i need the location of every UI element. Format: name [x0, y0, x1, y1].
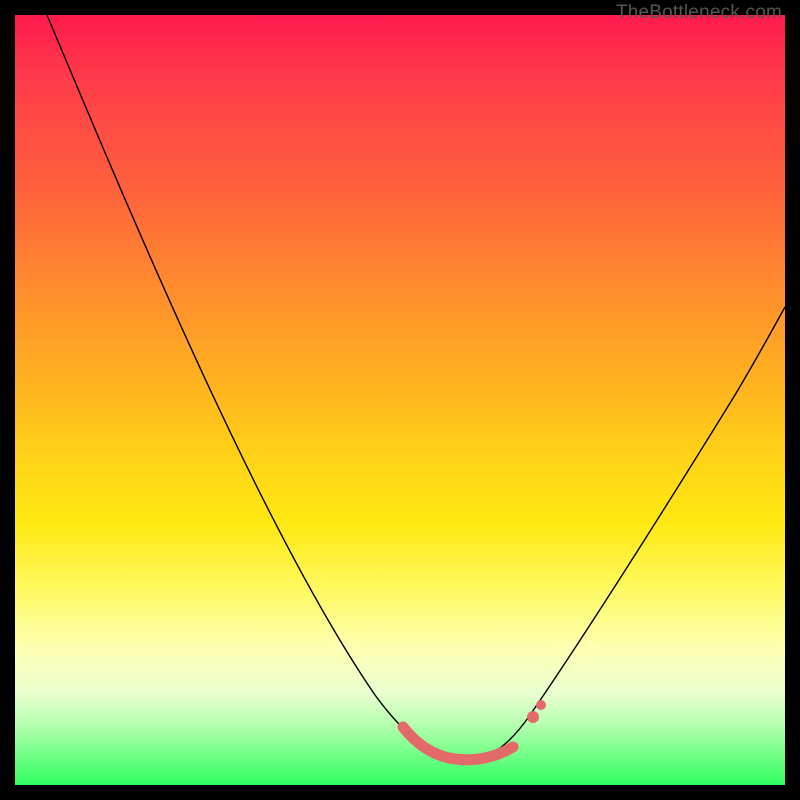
curve-layer	[15, 15, 785, 785]
watermark-text: TheBottleneck.com	[616, 2, 782, 24]
optimal-band	[403, 727, 513, 760]
optimal-marker-2	[536, 700, 546, 710]
chart-frame: TheBottleneck.com	[0, 0, 800, 800]
response-curve	[47, 15, 785, 759]
optimal-marker	[527, 711, 539, 723]
plot-area	[15, 15, 785, 785]
